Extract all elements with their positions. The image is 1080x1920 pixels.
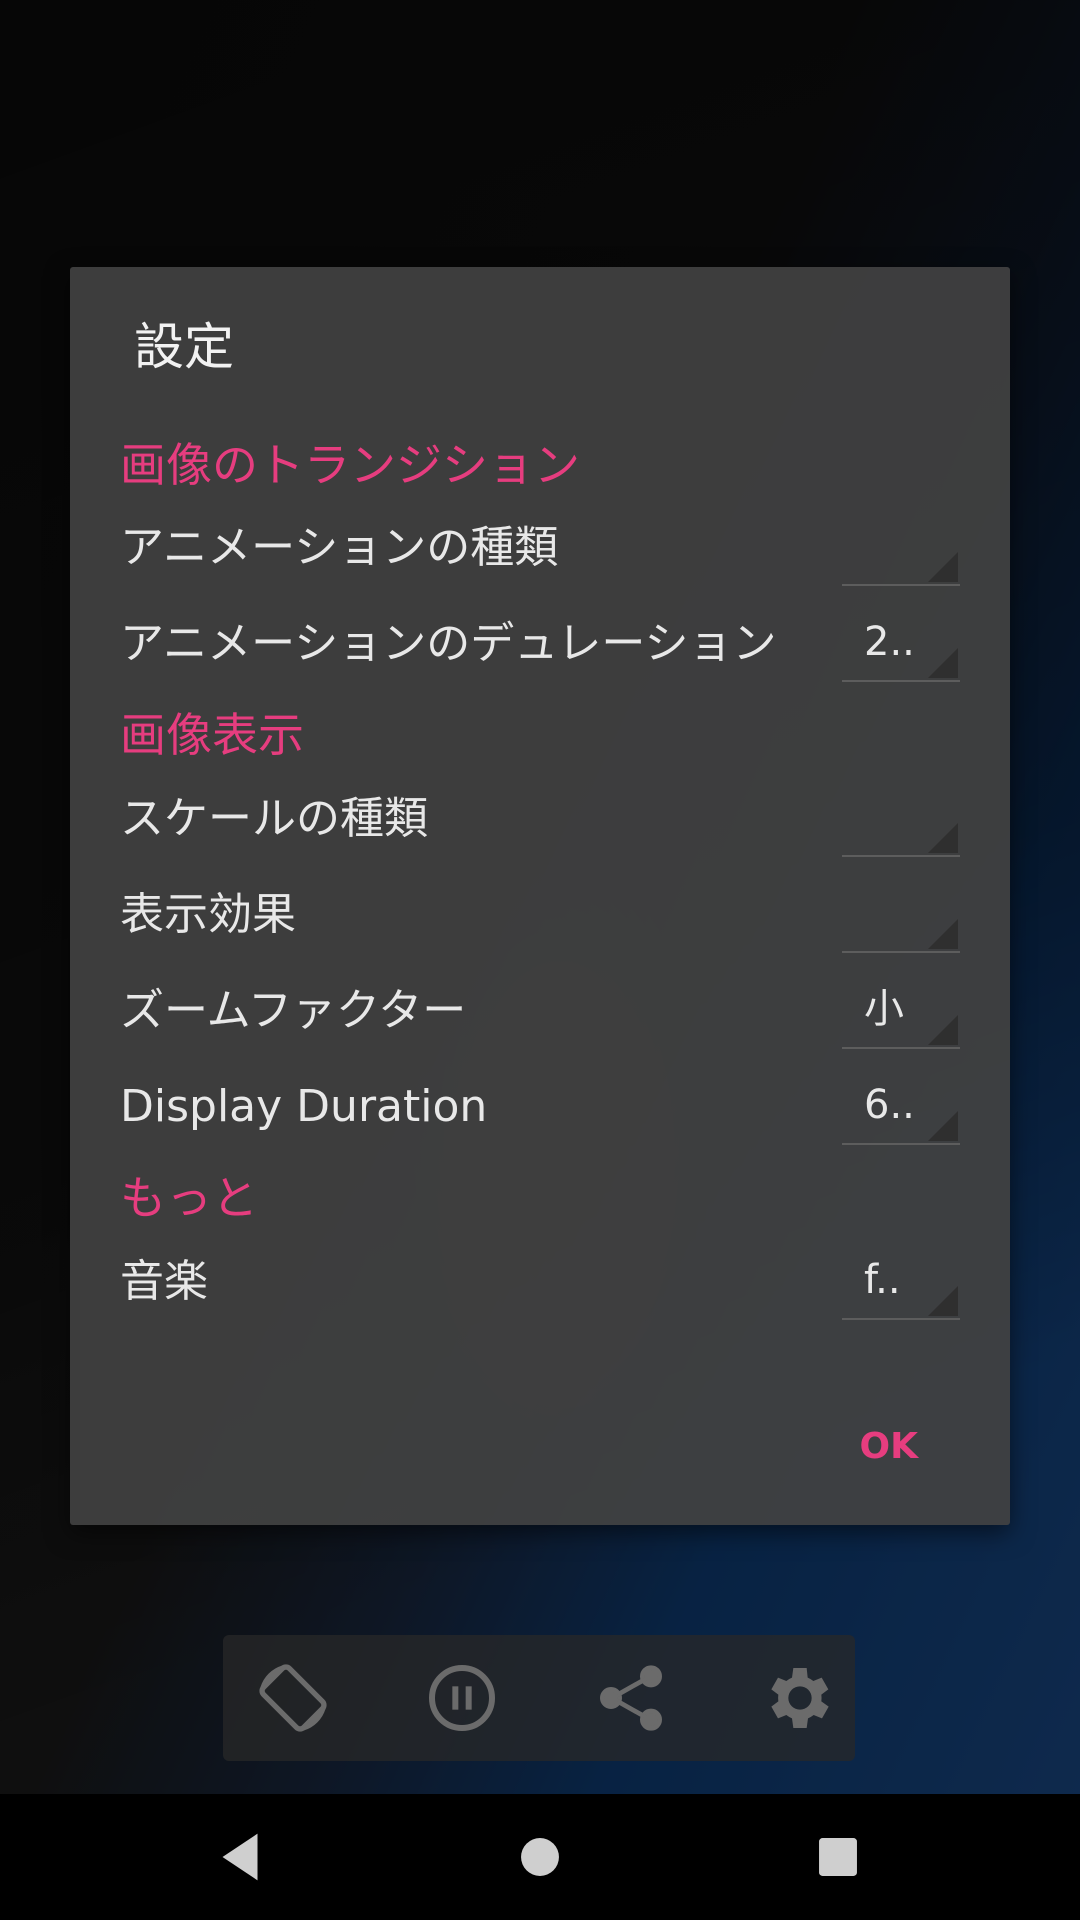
setting-label: スケールの種類 bbox=[120, 793, 428, 844]
setting-label: 表示効果 bbox=[120, 889, 296, 940]
setting-row-scale-type[interactable]: スケールの種類 bbox=[120, 775, 960, 865]
spinner-arrow-icon bbox=[928, 552, 958, 582]
music-spinner[interactable]: f.. bbox=[842, 1248, 960, 1320]
spinner-arrow-icon bbox=[928, 1286, 958, 1316]
display-duration-spinner[interactable]: 6.. bbox=[842, 1073, 960, 1145]
animation-type-spinner[interactable] bbox=[842, 514, 960, 586]
scale-type-spinner[interactable] bbox=[842, 785, 960, 857]
pause-icon[interactable] bbox=[422, 1658, 502, 1738]
share-icon[interactable] bbox=[591, 1658, 671, 1738]
display-effect-spinner[interactable] bbox=[842, 881, 960, 953]
spinner-arrow-icon bbox=[928, 919, 958, 949]
slideshow-controls bbox=[223, 1635, 855, 1761]
settings-gear-icon[interactable] bbox=[760, 1658, 840, 1738]
setting-label: アニメーションの種類 bbox=[120, 522, 559, 573]
dialog-title: 設定 bbox=[134, 318, 234, 376]
section-header-image-display: 画像表示 bbox=[120, 708, 304, 762]
spinner-value: 2.. bbox=[864, 619, 915, 665]
settings-dialog: 設定 画像のトランジション アニメーションの種類 アニメーションのデュレーション… bbox=[70, 267, 1010, 1525]
back-icon[interactable] bbox=[205, 1822, 275, 1892]
home-icon[interactable] bbox=[505, 1822, 575, 1892]
setting-row-music[interactable]: 音楽 f.. bbox=[120, 1238, 960, 1328]
setting-label: アニメーションのデュレーション bbox=[120, 618, 777, 669]
setting-label: 音楽 bbox=[120, 1256, 208, 1307]
setting-row-animation-type[interactable]: アニメーションの種類 bbox=[120, 504, 960, 594]
recents-icon[interactable] bbox=[803, 1822, 873, 1892]
system-navigation-bar bbox=[0, 1794, 1080, 1920]
spinner-arrow-icon bbox=[928, 1111, 958, 1141]
section-header-image-transition: 画像のトランジション bbox=[120, 438, 580, 492]
setting-label: Display Duration bbox=[120, 1081, 488, 1132]
spinner-arrow-icon bbox=[928, 823, 958, 853]
zoom-factor-spinner[interactable]: 小 bbox=[842, 977, 960, 1049]
ok-button[interactable]: OK bbox=[848, 1418, 931, 1475]
setting-label: ズームファクター bbox=[120, 985, 467, 1036]
setting-row-animation-duration[interactable]: アニメーションのデュレーション 2.. bbox=[120, 600, 960, 690]
spinner-arrow-icon bbox=[928, 1015, 958, 1045]
section-header-more: もっと bbox=[120, 1171, 258, 1225]
setting-row-display-effect[interactable]: 表示効果 bbox=[120, 871, 960, 961]
screen: 設定 画像のトランジション アニメーションの種類 アニメーションのデュレーション… bbox=[0, 0, 1080, 1920]
spinner-value: f.. bbox=[864, 1257, 901, 1303]
animation-duration-spinner[interactable]: 2.. bbox=[842, 610, 960, 682]
spinner-value: 小 bbox=[864, 986, 904, 1032]
setting-row-zoom-factor[interactable]: ズームファクター 小 bbox=[120, 967, 960, 1057]
screen-rotation-icon[interactable] bbox=[253, 1658, 333, 1738]
setting-row-display-duration[interactable]: Display Duration 6.. bbox=[120, 1063, 960, 1153]
spinner-value: 6.. bbox=[864, 1082, 915, 1128]
spinner-arrow-icon bbox=[928, 648, 958, 678]
